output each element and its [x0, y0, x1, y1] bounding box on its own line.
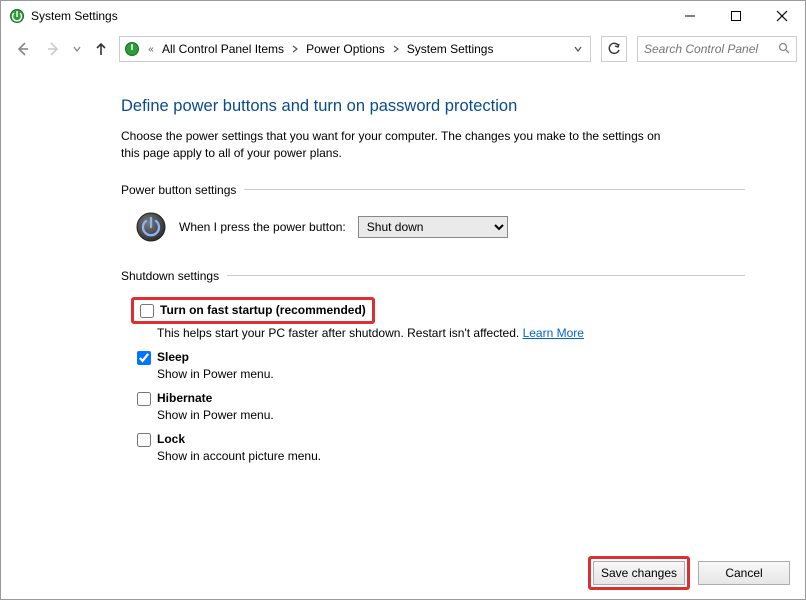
power-button-label: When I press the power button: [179, 220, 346, 234]
learn-more-link[interactable]: Learn More [523, 326, 584, 340]
option-sleep: Sleep Show in Power menu. [137, 350, 745, 381]
lock-label: Lock [157, 432, 185, 446]
breadcrumb[interactable]: « All Control Panel Items Power Options … [119, 36, 591, 62]
sleep-checkbox[interactable] [137, 351, 151, 365]
hibernate-checkbox[interactable] [137, 392, 151, 406]
maximize-button[interactable] [713, 1, 759, 31]
footer-buttons: Save changes Cancel [588, 556, 790, 590]
fast-startup-label: Turn on fast startup (recommended) [160, 303, 366, 317]
search-box[interactable] [637, 36, 797, 62]
section-label: Power button settings [121, 183, 236, 197]
hibernate-label: Hibernate [157, 391, 212, 405]
forward-button[interactable] [41, 37, 65, 61]
power-button-action-select[interactable]: Shut down [358, 216, 508, 238]
minimize-button[interactable] [667, 1, 713, 31]
search-icon [778, 42, 790, 57]
content-area: Define power buttons and turn on passwor… [1, 67, 805, 493]
cancel-button[interactable]: Cancel [698, 561, 790, 585]
up-button[interactable] [89, 37, 113, 61]
breadcrumb-overflow-icon[interactable]: « [146, 44, 156, 55]
recent-locations-dropdown[interactable] [71, 37, 83, 61]
titlebar: System Settings [1, 1, 805, 31]
sleep-label: Sleep [157, 350, 189, 364]
breadcrumb-item[interactable]: System Settings [403, 42, 498, 56]
address-dropdown-icon[interactable] [568, 45, 588, 53]
app-icon [9, 8, 25, 24]
search-input[interactable] [644, 42, 790, 56]
fast-startup-desc: This helps start your PC faster after sh… [157, 326, 523, 340]
fast-startup-checkbox[interactable] [140, 304, 154, 318]
close-button[interactable] [759, 1, 805, 31]
hibernate-desc: Show in Power menu. [157, 408, 745, 422]
power-button-settings-legend: Power button settings [121, 183, 745, 197]
sleep-desc: Show in Power menu. [157, 367, 745, 381]
save-button[interactable]: Save changes [593, 561, 685, 585]
window-title: System Settings [31, 9, 118, 23]
control-panel-icon [124, 41, 140, 57]
shutdown-settings-legend: Shutdown settings [121, 269, 745, 283]
option-fast-startup: Turn on fast startup (recommended) This … [131, 297, 745, 340]
option-lock: Lock Show in account picture menu. [137, 432, 745, 463]
page-description: Choose the power settings that you want … [121, 128, 681, 163]
page-title: Define power buttons and turn on passwor… [121, 97, 745, 116]
breadcrumb-item[interactable]: Power Options [302, 42, 389, 56]
breadcrumb-item[interactable]: All Control Panel Items [158, 42, 288, 56]
lock-checkbox[interactable] [137, 433, 151, 447]
power-button-row: When I press the power button: Shut down [135, 211, 745, 243]
power-icon [135, 211, 167, 243]
back-button[interactable] [11, 37, 35, 61]
navigation-toolbar: « All Control Panel Items Power Options … [1, 31, 805, 67]
lock-desc: Show in account picture menu. [157, 449, 745, 463]
chevron-right-icon[interactable] [391, 45, 401, 53]
refresh-button[interactable] [601, 36, 627, 62]
chevron-right-icon[interactable] [290, 45, 300, 53]
section-label: Shutdown settings [121, 269, 219, 283]
option-hibernate: Hibernate Show in Power menu. [137, 391, 745, 422]
